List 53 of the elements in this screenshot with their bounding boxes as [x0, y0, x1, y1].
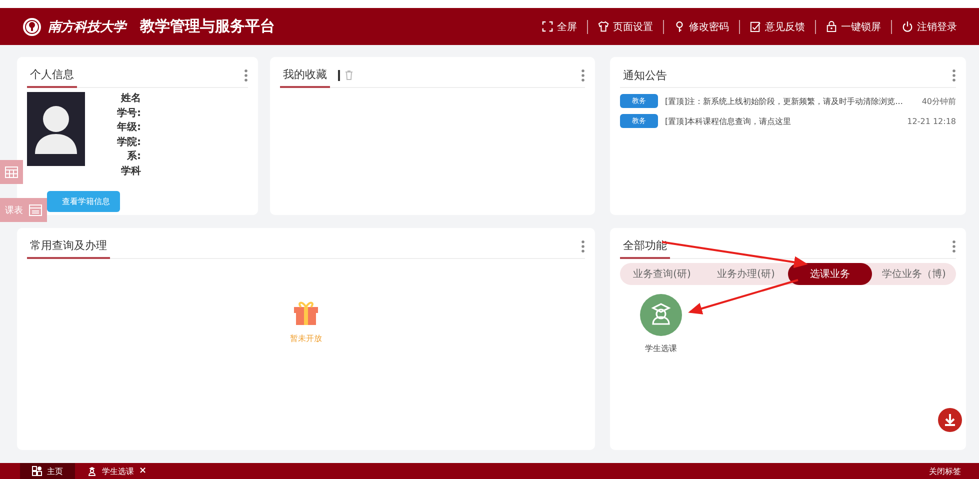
- more-icon[interactable]: [581, 68, 585, 82]
- card-title: 我的收藏: [280, 62, 330, 88]
- field-label: 学号:: [117, 106, 141, 120]
- field-label: 学科: [121, 164, 141, 178]
- more-icon[interactable]: [952, 240, 956, 252]
- header-action[interactable]: 全屏: [532, 20, 587, 34]
- notice-link[interactable]: [置顶]注：新系统上线初始阶段，更新频繁，请及时手动清除浏览...: [665, 96, 903, 106]
- category-tab[interactable]: 学位业务（博): [872, 263, 956, 285]
- more-icon[interactable]: [952, 68, 956, 82]
- shirt-icon: [598, 21, 609, 32]
- field-label: 学院:: [117, 136, 141, 149]
- notice-time: 12-21 12:18: [907, 116, 956, 126]
- fullscreen-icon: [542, 21, 553, 32]
- card-title: 个人信息: [27, 62, 77, 88]
- home-icon: [32, 466, 42, 476]
- more-icon[interactable]: [244, 68, 248, 82]
- notice-link[interactable]: [置顶]本科课程信息查询，请点这里: [665, 116, 792, 126]
- close-tabs-button[interactable]: 关闭标签: [923, 464, 967, 478]
- platform-title: 教学管理与服务平台: [140, 17, 275, 36]
- download-icon[interactable]: [938, 408, 962, 432]
- field-label: 年级:: [117, 121, 141, 134]
- field-label: 系:: [127, 150, 141, 164]
- key-icon: [674, 21, 685, 32]
- header-action[interactable]: 注销登录: [891, 20, 967, 34]
- header-action[interactable]: 页面设置: [587, 20, 663, 34]
- card-title: 通知公告: [622, 68, 668, 84]
- category-tab[interactable]: 选课业务: [788, 263, 872, 285]
- card-title: 常用查询及办理: [27, 234, 110, 258]
- category-tab[interactable]: 业务办理(研): [704, 263, 788, 285]
- trash-icon[interactable]: [345, 70, 353, 80]
- more-icon[interactable]: [581, 240, 585, 252]
- header-action[interactable]: 一键锁屏: [815, 20, 891, 34]
- header-action[interactable]: 修改密码: [663, 20, 739, 34]
- header-action[interactable]: 意见反馈: [739, 20, 815, 34]
- empty-message: 暂未开放: [290, 333, 322, 344]
- edit-icon: [750, 21, 761, 32]
- power-icon: [902, 21, 913, 32]
- side-tab[interactable]: [0, 160, 23, 184]
- university-seal-icon: [22, 16, 42, 36]
- page-tab[interactable]: 主页: [20, 463, 75, 479]
- student-icon: [87, 466, 97, 476]
- page-tab[interactable]: 学生选课 ×: [75, 463, 159, 479]
- app-shortcut[interactable]: 学生选课: [640, 294, 682, 354]
- gift-icon: [292, 299, 320, 325]
- lock-icon: [826, 21, 837, 32]
- category-tab[interactable]: 业务查询(研): [620, 263, 704, 285]
- notice-time: 40分钟前: [922, 96, 956, 106]
- university-name: 南方科技大学: [48, 18, 126, 36]
- student-icon: [640, 294, 682, 336]
- field-label: 姓名: [121, 92, 141, 106]
- list-icon: [29, 204, 42, 216]
- calendar-icon: [5, 166, 18, 178]
- close-icon[interactable]: ×: [139, 466, 147, 476]
